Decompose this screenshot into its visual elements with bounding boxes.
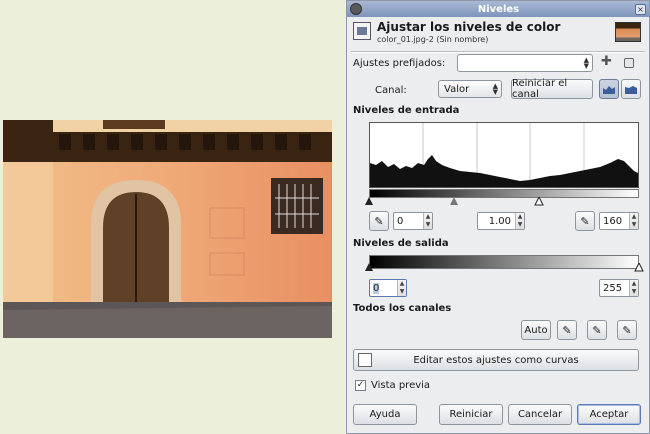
spin-arrows-icon: ▲ ▼ (515, 213, 524, 229)
header-title: Ajustar los niveles de color (377, 20, 561, 34)
input-levels-label: Niveles de entrada (353, 105, 460, 116)
window-title: Niveles (477, 3, 520, 15)
preview-label: Vista previa (371, 380, 431, 391)
dialog-header: Ajustar los niveles de color color_01.jp… (351, 20, 643, 50)
header-subtitle: color_01.jpg-2 (Sin nombre) (377, 35, 489, 44)
output-high-slider-icon (634, 263, 644, 272)
eyedropper-black-icon: ✎ (374, 214, 384, 228)
eyedropper-white-icon: ✎ (622, 323, 632, 337)
eyedropper-white-icon: ✎ (580, 214, 590, 228)
all-channels-label: Todos los canales (353, 303, 452, 314)
eyedropper-gray-icon: ✎ (592, 323, 602, 337)
spin-arrows-icon: ▲ ▼ (397, 280, 406, 296)
reset-button[interactable]: Reiniciar (439, 404, 503, 425)
channel-value: Valor (444, 83, 470, 95)
input-high-spin[interactable]: 160 ▲ ▼ (599, 212, 639, 230)
all-white-point-button[interactable]: ✎ (617, 320, 637, 340)
output-sliders[interactable] (365, 263, 645, 273)
combo-arrows-icon: ▲ ▼ (492, 82, 498, 96)
input-low-spin[interactable]: 0 ▲ ▼ (393, 212, 433, 230)
output-levels-label: Niveles de salida (353, 238, 449, 249)
levels-tool-icon (353, 22, 371, 40)
channel-label: Canal: (375, 85, 407, 96)
divider (351, 51, 645, 53)
pick-white-point-button[interactable]: ✎ (575, 211, 595, 231)
accept-button[interactable]: Aceptar (577, 404, 641, 425)
input-gamma-slider-icon (450, 197, 458, 205)
all-gray-point-button[interactable]: ✎ (587, 320, 607, 340)
combo-arrows-icon: ▲ ▼ (583, 56, 589, 70)
presets-label: Ajustes prefijados: (353, 58, 446, 69)
add-preset-icon[interactable]: ✚ (601, 54, 612, 69)
linear-histogram-button[interactable] (599, 79, 619, 99)
input-gamma-spin[interactable]: 1.00 ▲ ▼ (477, 212, 525, 230)
output-high-spin[interactable]: 255 ▲ ▼ (599, 279, 639, 297)
presets-combo[interactable]: ▲ ▼ (457, 54, 593, 72)
eyedropper-black-icon: ✎ (562, 323, 572, 337)
input-histogram (369, 122, 639, 188)
input-low-slider-icon (365, 197, 373, 205)
spin-arrows-icon: ▲ ▼ (423, 213, 432, 229)
output-low-slider-icon (365, 263, 373, 271)
edit-as-curves-button[interactable]: Editar estos ajustes como curvas (353, 349, 639, 371)
linear-histogram-icon (603, 86, 615, 94)
log-histogram-button[interactable] (621, 79, 641, 99)
window-menu-icon[interactable] (350, 3, 362, 15)
preset-menu-icon[interactable] (624, 58, 634, 68)
photo-illustration (3, 120, 332, 338)
curves-icon (358, 353, 372, 367)
reset-channel-button[interactable]: Reiniciar el canal (511, 78, 593, 100)
all-black-point-button[interactable]: ✎ (557, 320, 577, 340)
input-sliders[interactable] (365, 197, 645, 207)
levels-dialog: Niveles × Ajustar los niveles de color c… (346, 0, 650, 434)
image-thumbnail (615, 22, 641, 42)
input-high-slider-icon (534, 197, 544, 206)
channel-combo[interactable]: Valor ▲ ▼ (438, 80, 502, 98)
close-icon[interactable]: × (635, 3, 646, 15)
spin-arrows-icon: ▲ ▼ (629, 213, 638, 229)
pick-black-point-button[interactable]: ✎ (369, 211, 389, 231)
output-low-spin[interactable]: 0 ▲ ▼ (369, 279, 407, 297)
help-button[interactable]: Ayuda (353, 404, 417, 425)
auto-button[interactable]: Auto (521, 320, 551, 340)
image-preview-photo (3, 120, 332, 338)
spin-arrows-icon: ▲ ▼ (629, 280, 638, 296)
cancel-button[interactable]: Cancelar (508, 404, 572, 425)
title-bar: Niveles × (347, 1, 649, 17)
preview-checkbox[interactable]: ✓ (355, 380, 366, 391)
histogram-plot (370, 123, 638, 187)
log-histogram-icon (625, 86, 637, 94)
